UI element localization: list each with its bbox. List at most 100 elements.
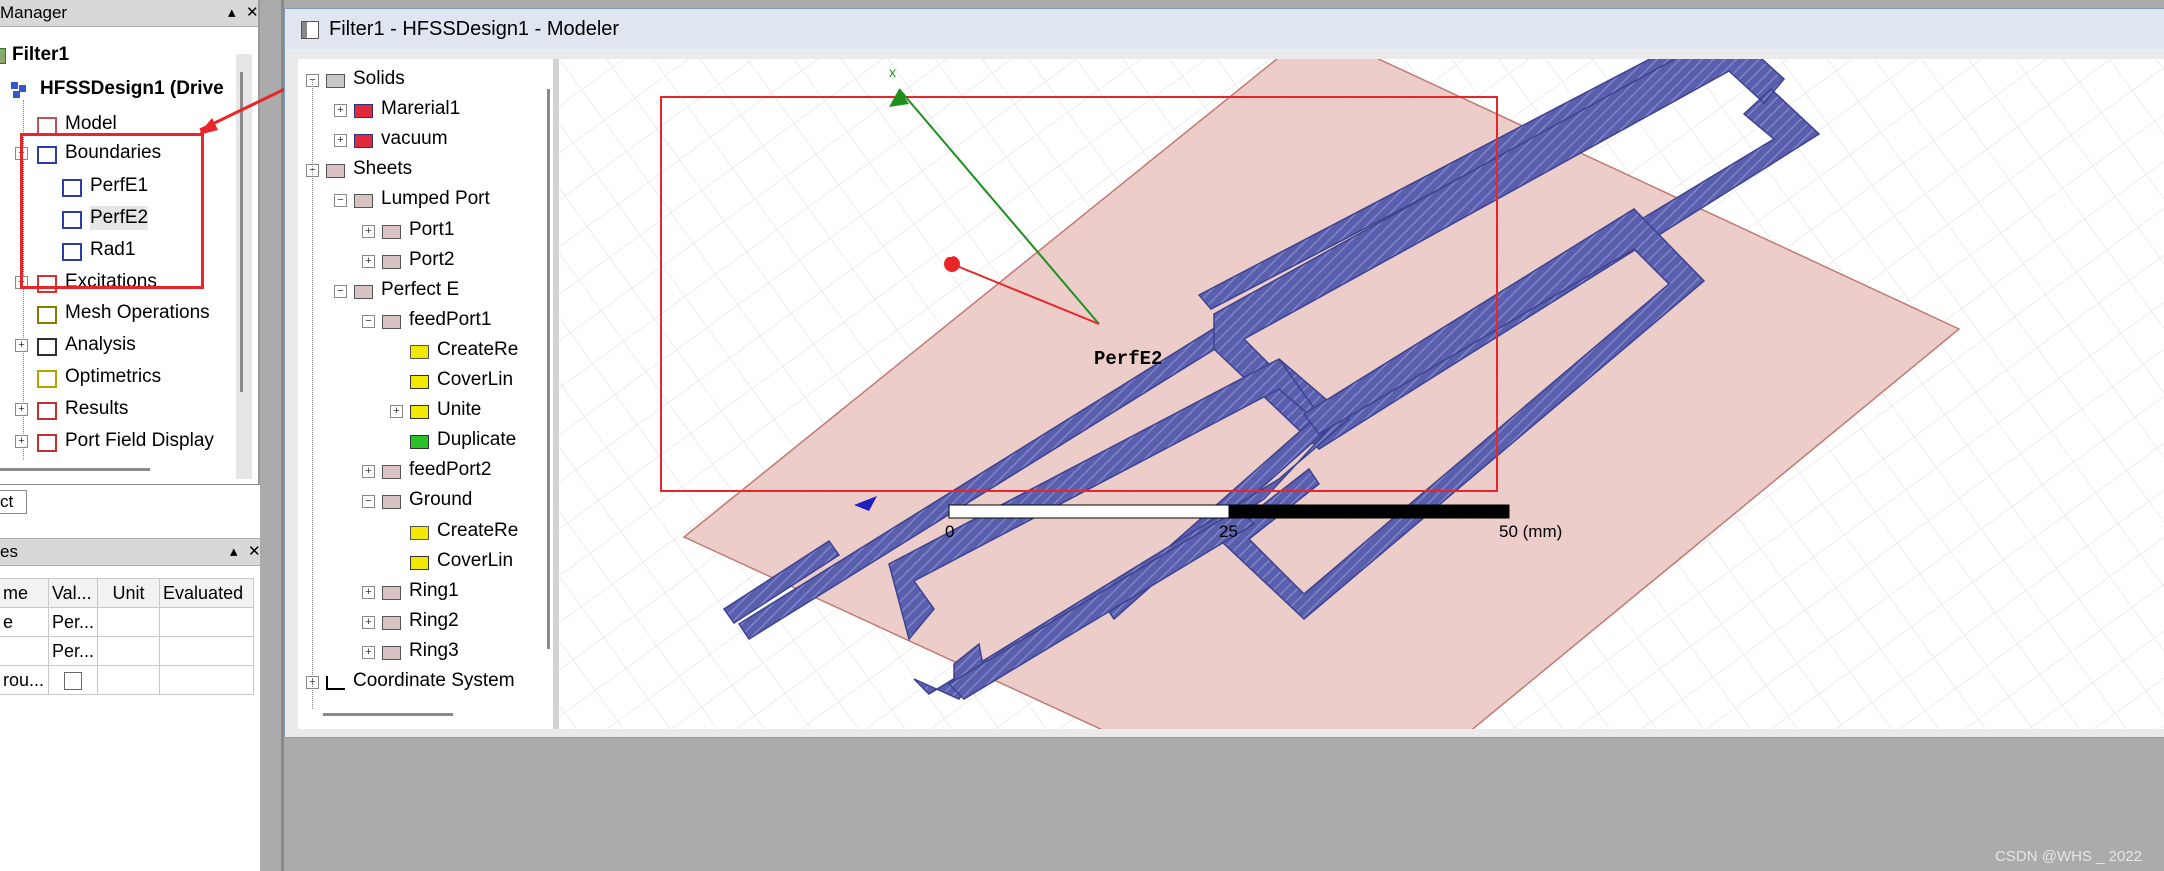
rect-icon [410,525,429,540]
properties-title: es [0,542,18,561]
cell [159,665,254,695]
expand-toggle[interactable]: + [390,405,403,419]
modeler-titlebar[interactable]: Filter1 - HFSSDesign1 - Modeler [285,9,2164,49]
expand-toggle[interactable]: + [362,645,375,659]
sheet-icon [354,194,373,209]
sheet-icon [382,585,401,600]
unite-icon [410,405,429,420]
expand-toggle[interactable]: + [362,615,375,629]
header-unit[interactable]: Unit [97,578,161,608]
tree-item-label: Results [65,398,129,419]
optimetrics-icon [37,370,57,388]
cell: rou... [0,665,49,695]
expand-toggle[interactable]: + [15,435,28,448]
table-row[interactable]: rou... [0,665,254,695]
table-row[interactable]: Per... [0,636,254,666]
cell[interactable]: Per... [47,636,99,666]
history-item-label: Solids [353,68,405,89]
tree-guide [312,79,313,709]
history-item-label: Perfect E [381,278,460,300]
cell [97,607,161,637]
project-tab[interactable]: ct [0,490,27,514]
history-horizontal-scrollbar[interactable] [323,713,453,716]
expand-toggle[interactable]: + [334,134,347,148]
highlight-box [20,133,204,289]
history-item-label: Duplicate [437,429,517,451]
history-item-label: Sheets [353,158,413,180]
history-item-label: Port2 [409,248,455,270]
modeler-viewport[interactable]: x z PerfE2 0 25 50 (mm) [559,59,2164,729]
cell [0,636,49,666]
tree-item-label: Port Field Display [65,430,214,451]
tree-item-label: Optimetrics [65,366,162,387]
scale-tick-0: 0 [945,522,954,541]
cell: e [0,607,49,637]
material-icon [354,134,373,149]
expand-toggle[interactable]: + [362,254,375,268]
header-evaluated[interactable]: Evaluated [159,578,254,608]
geometry-canvas[interactable]: x z PerfE2 0 25 50 (mm) [559,59,2164,729]
tree-horizontal-scrollbar[interactable] [0,468,150,471]
sheet-icon [354,284,373,299]
results-icon [37,402,57,420]
cover-icon [410,375,429,389]
mesh-icon [37,306,57,324]
rect-icon [410,344,429,359]
history-item-label: Port1 [409,218,455,240]
history-tree: − Solids + Marerial1 + vacuum − Sheets − Lumped P… [298,59,553,729]
expand-toggle[interactable]: + [362,465,375,479]
cell [97,665,161,695]
history-item-label: Marerial1 [381,98,461,120]
history-item-label: feedPort2 [409,459,492,481]
history-item-label: CoverLin [437,549,514,571]
sheet-icon [382,314,401,329]
expand-toggle[interactable]: + [15,403,28,416]
header-name[interactable]: me [0,578,49,608]
expand-toggle[interactable]: − [334,284,347,298]
properties-close-button[interactable]: ✕ [248,539,261,565]
expand-toggle[interactable]: − [362,495,375,509]
cell [97,636,161,666]
properties-pin-button[interactable]: ▴ [230,539,238,565]
cell [159,636,254,666]
history-item-label: feedPort1 [409,308,492,330]
expand-toggle[interactable]: + [15,339,28,352]
expand-toggle[interactable]: − [334,194,347,208]
solids-icon [326,74,345,88]
scale-tick-25: 25 [1219,522,1238,541]
properties-titlebar: es ▴ ✕ [0,538,272,566]
z-axis-label: z [947,246,953,260]
history-item-label: CreateRe [437,519,519,541]
expand-toggle[interactable]: + [362,224,375,238]
modeler-window: Filter1 - HFSSDesign1 - Modeler − Solids +… [284,8,2164,738]
window-icon [301,21,319,39]
modeler-title: Filter1 - HFSSDesign1 - Modeler [329,18,620,40]
header-value[interactable]: Val... [47,578,99,608]
history-item-label: Unite [437,399,482,421]
history-item-label: Ground [409,489,473,511]
port-field-icon [37,434,57,452]
expand-toggle[interactable]: − [362,314,375,328]
analysis-icon [37,338,57,356]
history-item-label: Ring1 [409,579,459,601]
coord-icon [326,676,345,690]
checkbox-cell[interactable] [47,665,99,695]
dup-icon [410,435,429,450]
x-axis-label: x [889,64,896,80]
scale-tick-50: 50 (mm) [1499,522,1562,541]
history-vertical-scrollbar[interactable] [547,89,550,649]
sheet-icon [326,164,345,179]
panel-divider [0,484,262,485]
properties-table: me Val... Unit Evaluated e Per... Per...… [0,578,254,695]
checkbox[interactable] [64,671,83,690]
cell[interactable]: Per... [47,607,99,637]
history-item-label: vacuum [381,128,448,150]
table-row[interactable]: e Per... [0,607,254,637]
sheet-icon [382,495,401,510]
expand-toggle[interactable]: + [362,585,375,599]
material-icon [354,104,373,119]
sheet-icon [382,645,401,660]
sheet-icon [382,465,401,480]
expand-toggle[interactable]: + [334,104,347,118]
sheet-icon [382,254,401,269]
